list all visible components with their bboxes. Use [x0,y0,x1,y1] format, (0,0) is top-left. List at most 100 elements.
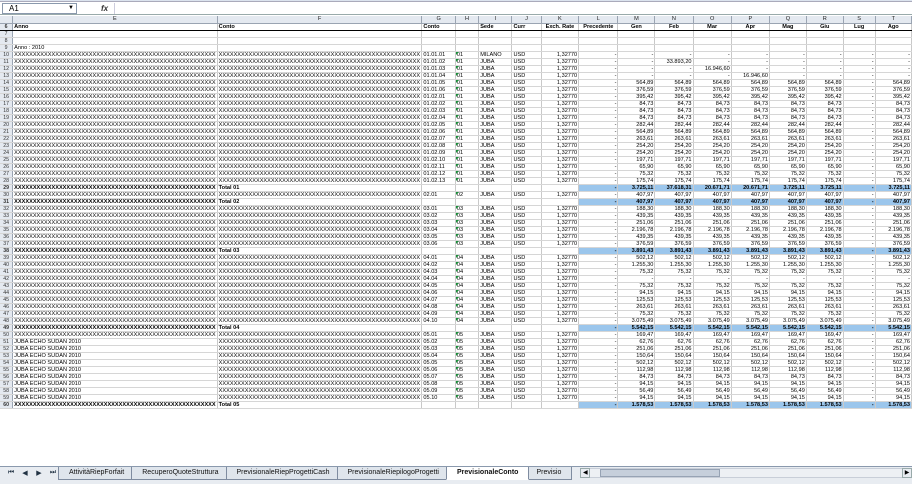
cell[interactable] [455,30,480,38]
cell-value[interactable]: 502,12 [806,254,844,262]
cell-curr[interactable]: USD [511,387,542,395]
cell-anno[interactable]: XXXXXXXXXXXXXXXXXXXXXXXXXXXXXXXXXXXXXXXX… [12,296,218,304]
row-header[interactable]: 28 [0,177,14,185]
row-header[interactable]: 22 [0,135,14,143]
cell-value[interactable]: 65,90 [654,163,694,171]
cell-value[interactable]: - [578,254,619,262]
cell-anno[interactable]: XXXXXXXXXXXXXXXXXXXXXXXXXXXXXXXXXXXXXXXX… [12,163,218,171]
cell-curr[interactable]: USD [511,289,542,297]
cell-exch-rate[interactable]: 1,32770 [541,289,580,297]
cell-value[interactable]: - [578,324,619,332]
cell-value[interactable]: 75,32 [731,310,770,318]
cell-sede[interactable]: JUBA [478,338,513,346]
cell-value[interactable]: - [843,79,876,87]
cell-value[interactable]: 564,89 [617,79,656,87]
cell-conto-code[interactable]: 05.07 [421,373,456,381]
cell-value[interactable]: - [806,72,844,80]
cell[interactable] [617,44,656,52]
cell-curr[interactable] [511,247,542,255]
cell-curr[interactable]: USD [511,303,542,311]
row-header[interactable]: 50 [0,331,14,339]
cell-sede[interactable]: JUBA [478,275,513,283]
cell-value[interactable]: - [578,338,619,346]
cell-value[interactable]: 94,15 [806,394,844,402]
cell-value[interactable]: - [769,72,807,80]
cell-exch-rate[interactable]: 1,32770 [541,296,580,304]
cell-value[interactable]: 84,73 [769,100,807,108]
row-header[interactable]: 18 [0,107,14,115]
cell-value[interactable]: 251,06 [875,345,912,353]
row-header[interactable]: 19 [0,114,14,122]
cell-value[interactable]: 263,61 [617,303,656,311]
cell-value[interactable]: 395,42 [617,93,656,101]
row-header[interactable]: 30 [0,191,14,199]
row-header[interactable]: 12 [0,65,14,73]
cell-group[interactable]: 05 [455,331,480,339]
header-cell[interactable]: Feb [654,23,694,31]
cell-value[interactable]: 84,73 [731,373,770,381]
cell-value[interactable]: 263,61 [769,303,807,311]
cell-group[interactable]: 03 [455,240,480,248]
cell-conto-code[interactable]: 04.02 [421,261,456,269]
cell-value[interactable]: 263,61 [654,135,694,143]
cell-value[interactable]: 263,61 [769,135,807,143]
cell-curr[interactable]: USD [511,233,542,241]
cell-anno[interactable]: XXXXXXXXXXXXXXXXXXXXXXXXXXXXXXXXXXXXXXXX… [12,324,218,332]
cell-value[interactable]: - [843,373,876,381]
cell-value[interactable]: 84,73 [617,100,656,108]
cell-value[interactable]: 376,59 [875,86,912,94]
anno-label[interactable]: Anno : 2010 [12,44,218,52]
cell-curr[interactable]: USD [511,121,542,129]
cell-anno[interactable]: XXXXXXXXXXXXXXXXXXXXXXXXXXXXXXXXXXXXXXXX… [12,233,218,241]
row-header[interactable]: 60 [0,401,14,409]
cell-group[interactable] [455,324,480,332]
cell-value[interactable]: 84,73 [875,114,912,122]
cell-value[interactable]: 376,59 [654,86,694,94]
cell-value[interactable]: 3.725,11 [875,184,912,192]
cell-value[interactable]: 125,53 [806,296,844,304]
cell-value[interactable]: 376,59 [875,240,912,248]
cell-value[interactable]: 263,61 [617,135,656,143]
cell-value[interactable]: 254,20 [806,142,844,150]
cell-value[interactable]: 5.542,15 [731,324,770,332]
cell-sede[interactable]: JUBA [478,345,513,353]
cell-group[interactable]: 05 [455,394,480,402]
cell[interactable] [769,44,807,52]
cell-group[interactable]: 01 [455,149,480,157]
header-cell[interactable]: Anno [12,23,218,31]
cell-value[interactable]: 75,32 [693,310,732,318]
cell-value[interactable]: 376,59 [769,240,807,248]
cell-value[interactable]: 84,73 [617,373,656,381]
cell-value[interactable]: 56,49 [806,387,844,395]
cell-value[interactable]: 84,73 [731,114,770,122]
cell-sede[interactable]: JUBA [478,310,513,318]
cell-value[interactable]: 439,35 [617,233,656,241]
cell[interactable] [455,37,480,45]
cell-exch-rate[interactable]: 1,32770 [541,65,580,73]
cell-value[interactable]: - [578,198,619,206]
column-header-s[interactable]: S [843,16,876,24]
cell-value[interactable]: - [843,107,876,115]
header-cell[interactable]: Mar [693,23,732,31]
cell-value[interactable]: 407,97 [875,191,912,199]
cell-group[interactable]: 01 [455,121,480,129]
cell-value[interactable]: - [806,275,844,283]
cell-value[interactable]: 254,20 [731,142,770,150]
cell[interactable] [478,30,513,38]
cell-curr[interactable]: USD [511,65,542,73]
cell-value[interactable]: - [843,212,876,220]
cell-value[interactable]: 407,97 [617,198,656,206]
cell-value[interactable]: - [617,65,656,73]
cell-value[interactable]: 56,49 [617,387,656,395]
cell-value[interactable]: 251,06 [769,345,807,353]
cell-curr[interactable]: USD [511,93,542,101]
cell-value[interactable]: - [578,240,619,248]
cell-value[interactable]: 502,12 [769,359,807,367]
cell-anno[interactable]: XXXXXXXXXXXXXXXXXXXXXXXXXXXXXXXXXXXXXXXX… [12,114,218,122]
row-header[interactable]: 41 [0,268,14,276]
cell-value[interactable]: - [769,58,807,66]
cell-value[interactable]: 56,49 [693,387,732,395]
cell[interactable] [217,30,423,38]
cell-group[interactable]: 01 [455,58,480,66]
cell-curr[interactable]: USD [511,100,542,108]
